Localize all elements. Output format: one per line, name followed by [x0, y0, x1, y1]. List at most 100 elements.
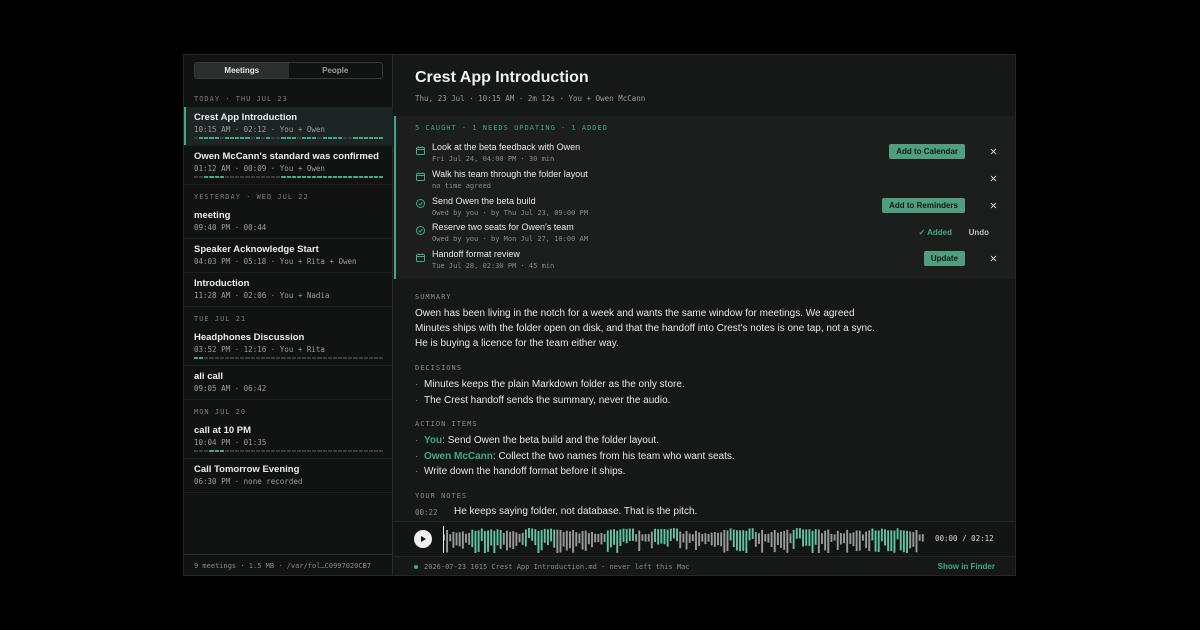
timeline-segment	[281, 176, 286, 178]
timeline-segment	[209, 357, 214, 359]
summary-text: Owen has been living in the notch for a …	[415, 308, 875, 349]
timeline-segment	[301, 137, 307, 139]
timeline-segment	[245, 137, 250, 139]
task-action-button[interactable]: Add to Reminders	[882, 197, 965, 213]
meeting-list-item[interactable]: Owen McCann's standard was confirmed 01:1…	[184, 146, 393, 185]
meeting-meta: 06:30 PM · none recorded	[194, 477, 303, 486]
timeline-segment	[379, 137, 384, 139]
tab-meetings[interactable]: Meetings	[195, 63, 289, 78]
meeting-list-item[interactable]: Headphones Discussion 03:52 PM · 12:16 · …	[184, 327, 393, 366]
dismiss-button[interactable]	[987, 251, 999, 266]
playhead[interactable]	[443, 526, 444, 553]
timeline-segment	[317, 137, 322, 139]
waveform-bar	[833, 534, 836, 541]
task-action-button[interactable]: Add to Calendar	[889, 144, 965, 159]
timeline-segment	[214, 450, 219, 452]
sidebar-footer: 9 meetings · 1.5 MB · /var/fol…C0997020C…	[184, 554, 393, 575]
dismiss-button[interactable]	[987, 198, 999, 213]
dismiss-button[interactable]	[987, 171, 999, 186]
waveform-bar	[912, 532, 915, 547]
page-title: Crest App Introduction	[415, 69, 589, 86]
timeline-segment	[219, 357, 224, 359]
waveform-bar	[679, 531, 682, 549]
waveform-bar	[846, 529, 849, 553]
timeline-segment	[281, 357, 286, 359]
waveform-scrubber[interactable]	[443, 526, 925, 553]
meeting-list-item[interactable]: meeting 09:40 PM · 00:44	[184, 205, 393, 239]
action-owner[interactable]: Owen McCann	[424, 451, 493, 462]
undo-button[interactable]: Undo	[969, 228, 989, 237]
waveform-bar	[723, 529, 726, 553]
action-text: : Collect the two names from his team wh…	[492, 450, 735, 462]
waveform-bar	[861, 534, 864, 541]
file-footer: 2026-07-23 1015 Crest App Introduction.m…	[394, 556, 1015, 575]
timeline-segment	[343, 357, 348, 359]
tab-people[interactable]: People	[289, 63, 383, 78]
play-button[interactable]	[414, 530, 432, 548]
waveform-bar	[704, 533, 707, 545]
timeline-segment	[337, 357, 343, 359]
timeline-segment	[307, 357, 312, 359]
timeline-segment	[199, 137, 204, 139]
timeline-segment	[348, 176, 353, 178]
timeline-segment	[301, 357, 307, 359]
meeting-timeline	[194, 357, 384, 359]
note-row: 00:22 He keeps saying folder, not databa…	[415, 505, 885, 520]
waveform-bar	[471, 529, 474, 548]
timeline-segment	[271, 357, 276, 359]
timeline-segment	[286, 357, 291, 359]
waveform-bar	[783, 530, 786, 550]
timeline-segment	[317, 176, 322, 178]
task-action-button[interactable]: Update	[923, 251, 965, 267]
waveform-bar	[698, 532, 701, 547]
waveform-bar	[672, 528, 675, 539]
timeline-segment	[276, 176, 281, 178]
waveform-bar	[518, 533, 521, 543]
note-timestamp[interactable]: 00:22	[415, 505, 454, 520]
waveform-bar	[521, 532, 524, 545]
view-switcher: Meetings People	[194, 62, 383, 79]
waveform-bar	[767, 533, 770, 543]
meeting-list-item[interactable]: Crest App Introduction 10:15 AM · 02:12 ·…	[184, 107, 393, 146]
calendar-icon	[415, 252, 425, 262]
waveform-bar	[792, 529, 795, 549]
meeting-list-item[interactable]: Call Tomorrow Evening 06:30 PM · none rec…	[184, 459, 393, 493]
meeting-list-item[interactable]: call at 10 PM 10:04 PM · 01:35	[184, 420, 393, 459]
waveform-bar	[603, 533, 606, 543]
timeline-segment	[271, 137, 276, 139]
timeline-segment	[291, 357, 296, 359]
waveform-bar	[754, 532, 757, 547]
timeline-segment	[255, 137, 260, 139]
meeting-list-item[interactable]: ali call 09:05 AM · 06:42	[184, 366, 393, 400]
dismiss-button[interactable]	[987, 144, 999, 159]
timeline-segment	[224, 357, 229, 359]
action-owner[interactable]: You	[424, 435, 442, 446]
audio-player: 00:00 / 02:12	[394, 521, 1015, 556]
meeting-list-item[interactable]: Speaker Acknowledge Start 04:03 PM · 05:1…	[184, 239, 393, 273]
timeline-segment	[296, 357, 301, 359]
waveform-bar	[843, 533, 845, 544]
waveform-bar	[849, 533, 852, 544]
waveform-bar	[691, 534, 694, 542]
timeline-segment	[229, 176, 235, 178]
waveform-bar	[880, 528, 883, 542]
waveform-bar	[622, 528, 625, 542]
waveform-bar	[660, 528, 663, 544]
waveform-bar	[502, 532, 505, 545]
waveform-bar	[461, 531, 464, 549]
timeline-segment	[224, 137, 229, 139]
meeting-list-item[interactable]: Introduction 11:28 AM · 02:06 · You + Nad…	[184, 273, 393, 307]
timeline-segment	[265, 357, 271, 359]
timeline-segment	[322, 137, 327, 139]
timeline-segment	[291, 176, 296, 178]
show-in-finder-button[interactable]: Show in Finder	[938, 562, 995, 571]
waveform-bar	[811, 530, 814, 553]
timeline-segment	[307, 450, 312, 452]
timeline-segment	[348, 137, 353, 139]
waveform-bar	[628, 528, 631, 541]
waveform-bar	[600, 532, 603, 545]
caught-task: Reserve two seats for Owen's team Owed b…	[415, 221, 1005, 247]
close-icon	[990, 202, 997, 209]
waveform-bar	[814, 529, 817, 545]
timeline-segment	[296, 137, 301, 139]
